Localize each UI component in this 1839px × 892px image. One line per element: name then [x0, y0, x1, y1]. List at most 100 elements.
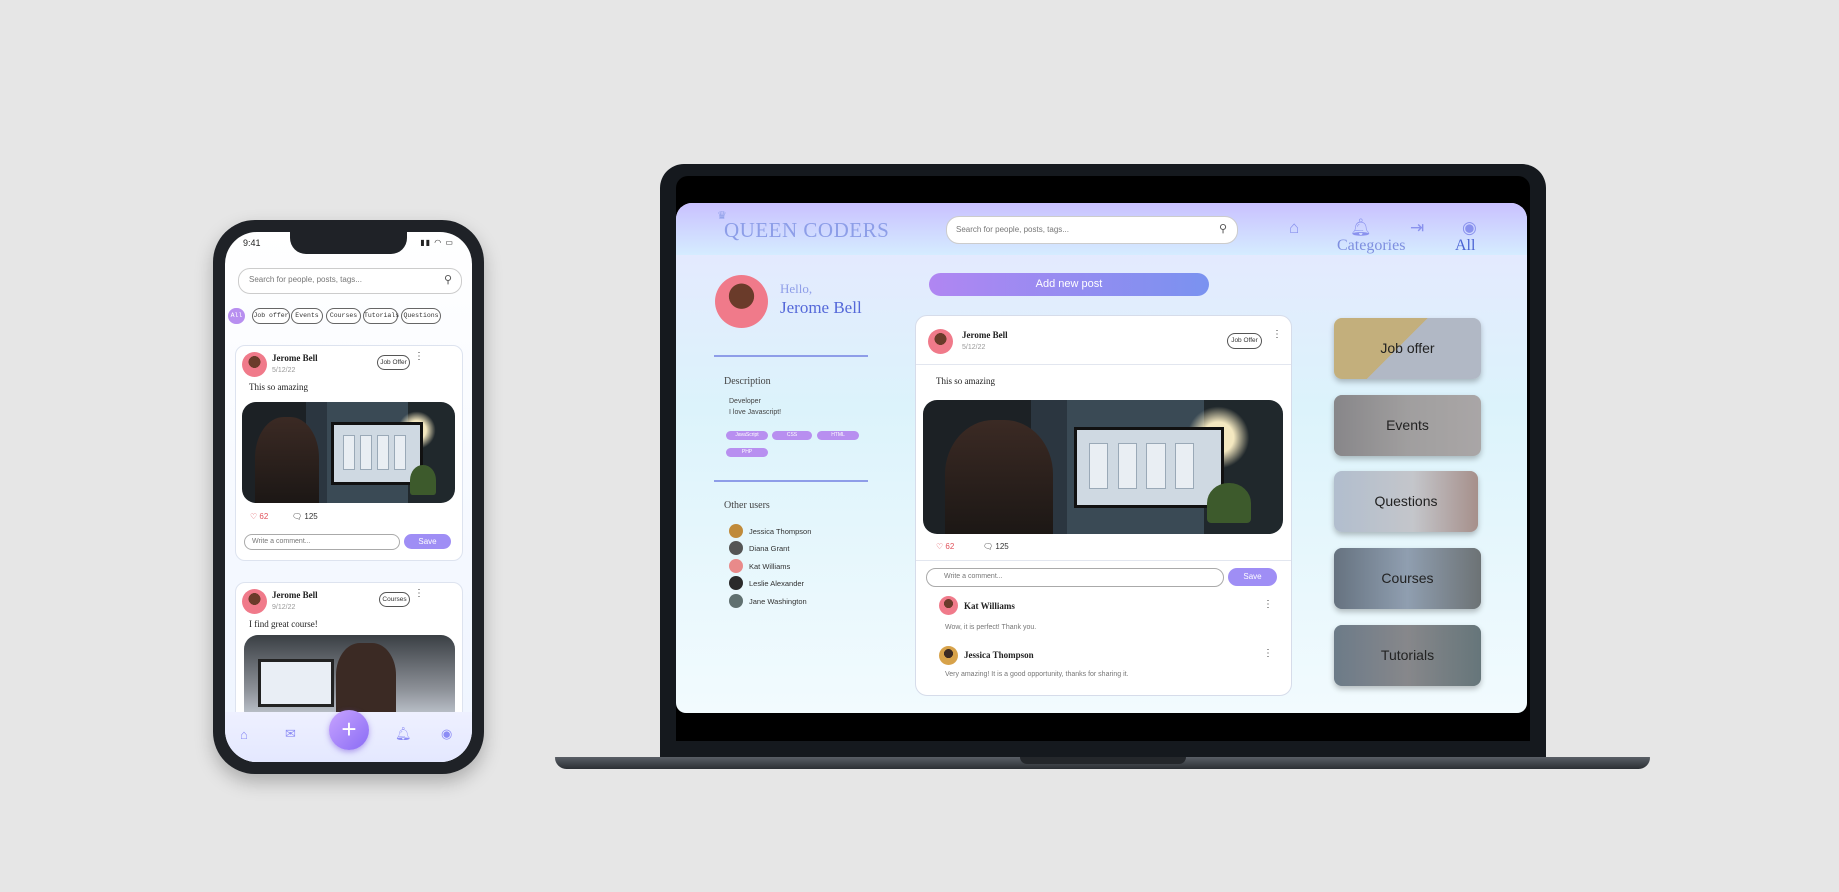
- filter-chip-events[interactable]: Events: [291, 308, 323, 324]
- laptop-base-notch: [1020, 757, 1186, 764]
- avatar[interactable]: [242, 589, 267, 614]
- profile-icon[interactable]: ◉: [1462, 218, 1477, 238]
- heart-icon[interactable]: ♡: [250, 512, 257, 521]
- avatar: [729, 594, 743, 608]
- reply-text: Wow, it is perfect! Thank you.: [945, 624, 1037, 631]
- category-job-offer[interactable]: Job offer: [1334, 318, 1481, 379]
- search-placeholder: Search for people, posts, tags...: [956, 225, 1069, 234]
- comments[interactable]: 🗨 125: [292, 512, 318, 521]
- logout-icon[interactable]: ⇥: [1410, 218, 1424, 238]
- comments[interactable]: 🗨 125: [983, 542, 1009, 551]
- save-button[interactable]: Save: [1228, 568, 1277, 586]
- avatar[interactable]: [939, 596, 958, 615]
- plus-icon: +: [341, 714, 357, 744]
- post-tag[interactable]: Job Offer: [377, 355, 410, 370]
- description-title: Description: [724, 376, 771, 387]
- more-options-icon[interactable]: ⋮: [414, 351, 424, 362]
- skill-tag[interactable]: HTML: [817, 431, 859, 440]
- divider: [916, 364, 1291, 365]
- comment-input[interactable]: Write a comment...: [926, 568, 1224, 587]
- other-users-title: Other users: [724, 500, 770, 511]
- home-icon[interactable]: ⌂: [240, 727, 248, 742]
- post-image[interactable]: [242, 402, 455, 503]
- categories-title: Categories: [1337, 237, 1406, 254]
- home-icon[interactable]: ⌂: [1289, 218, 1299, 238]
- divider: [916, 560, 1291, 561]
- post-text: This so amazing: [249, 382, 308, 392]
- post-author[interactable]: Jerome Bell: [272, 353, 318, 363]
- search-icon[interactable]: ⚲: [444, 273, 452, 286]
- profile-icon[interactable]: ◉: [441, 726, 452, 742]
- search-input[interactable]: Search for people, posts, tags... ⚲: [946, 216, 1238, 244]
- likes[interactable]: ♡ 62: [936, 542, 954, 551]
- post-tag[interactable]: Job Offer: [1227, 333, 1262, 349]
- save-button[interactable]: Save: [404, 534, 451, 549]
- post-card: Jerome Bell 5/12/22 Job Offer ⋮ This so …: [915, 315, 1292, 696]
- add-post-button[interactable]: Add new post: [929, 273, 1209, 296]
- likes[interactable]: ♡ 62: [250, 512, 268, 521]
- messages-icon[interactable]: ✉: [285, 726, 296, 742]
- add-post-fab[interactable]: +: [329, 710, 369, 750]
- reply-text: Very amazing! It is a good opportunity, …: [945, 671, 1129, 678]
- avatar[interactable]: [928, 329, 953, 354]
- skill-tag[interactable]: CSS: [772, 431, 812, 440]
- description-line: I love Javascript!: [729, 409, 782, 416]
- more-options-icon[interactable]: ⋮: [1272, 329, 1282, 340]
- comment-input[interactable]: Write a comment...: [244, 534, 400, 550]
- notifications-icon[interactable]: 🔔︎: [1350, 218, 1372, 238]
- reply-author[interactable]: Kat Williams: [964, 601, 1015, 611]
- user-name: Jerome Bell: [780, 298, 862, 317]
- search-icon[interactable]: ⚲: [1219, 222, 1227, 235]
- reply-author[interactable]: Jessica Thompson: [964, 650, 1034, 660]
- post-author[interactable]: Jerome Bell: [962, 330, 1008, 340]
- description-line: Developer: [729, 398, 761, 405]
- post-date: 9/12/22: [272, 604, 296, 611]
- avatar[interactable]: [939, 646, 958, 665]
- filter-chip-questions[interactable]: Questions: [401, 308, 441, 324]
- avatar[interactable]: [242, 352, 267, 377]
- more-options-icon[interactable]: ⋮: [1263, 648, 1273, 659]
- filter-chips: All Job offer Events Courses Tutorials Q…: [225, 308, 472, 324]
- skill-tag[interactable]: PHP: [726, 448, 768, 457]
- category-questions[interactable]: Questions: [1334, 471, 1478, 532]
- search-input[interactable]: Search for people, posts, tags... ⚲: [238, 268, 462, 294]
- more-options-icon[interactable]: ⋮: [414, 588, 424, 599]
- comment-placeholder: Write a comment...: [252, 538, 311, 545]
- category-label: Job offer: [1380, 340, 1435, 356]
- heart-icon[interactable]: ♡: [936, 542, 943, 551]
- comment-icon[interactable]: 🗨: [292, 512, 302, 521]
- category-courses[interactable]: Courses: [1334, 548, 1481, 609]
- avatar: [729, 524, 743, 538]
- category-label: Events: [1386, 417, 1429, 433]
- user-item-name: Diana Grant: [749, 544, 790, 553]
- post-author[interactable]: Jerome Bell: [272, 590, 318, 600]
- post-date: 5/12/22: [962, 344, 986, 351]
- user-item-name: Jessica Thompson: [749, 527, 812, 536]
- more-options-icon[interactable]: ⋮: [1263, 599, 1273, 610]
- filter-chip-all[interactable]: All: [228, 308, 245, 324]
- avatar: [729, 559, 743, 573]
- comment-icon[interactable]: 🗨: [983, 542, 993, 551]
- skill-tag[interactable]: JavaScript: [726, 431, 768, 440]
- filter-chip-job-offer[interactable]: Job offer: [252, 308, 290, 324]
- category-label: Courses: [1381, 570, 1434, 586]
- category-label: Tutorials: [1380, 647, 1435, 663]
- likes-count: 62: [259, 512, 269, 521]
- post-tag[interactable]: Courses: [379, 592, 410, 607]
- post-image[interactable]: [923, 400, 1283, 534]
- filter-chip-tutorials[interactable]: Tutorials: [363, 308, 399, 324]
- phone-notch: [290, 232, 407, 254]
- profile-avatar[interactable]: [715, 275, 768, 328]
- categories-all-link[interactable]: All: [1455, 237, 1475, 255]
- bottom-nav: ⌂ ✉ + 🔔︎ ◉: [225, 710, 472, 762]
- notifications-icon[interactable]: 🔔︎: [395, 726, 412, 742]
- category-label: Questions: [1374, 493, 1438, 509]
- user-item-name: Kat Williams: [749, 562, 791, 571]
- app-logo[interactable]: QUEEN CODERS: [724, 218, 889, 243]
- category-events[interactable]: Events: [1334, 395, 1481, 456]
- comments-count: 125: [304, 512, 318, 521]
- avatar: [729, 541, 743, 555]
- post-card: Jerome Bell 5/12/22 Job Offer ⋮ This so …: [235, 345, 463, 561]
- filter-chip-courses[interactable]: Courses: [326, 308, 361, 324]
- category-tutorials[interactable]: Tutorials: [1334, 625, 1481, 686]
